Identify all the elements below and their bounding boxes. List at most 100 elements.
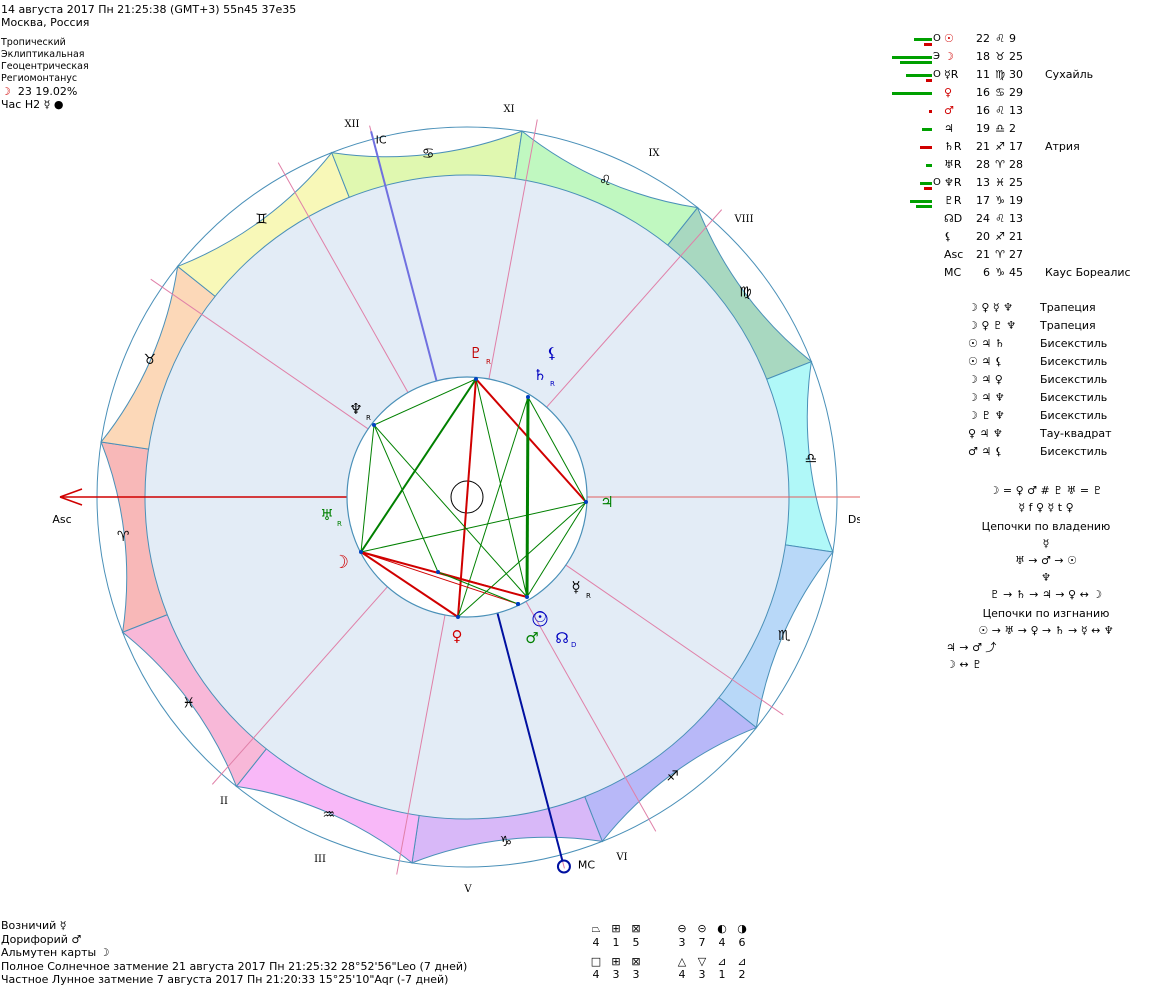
element-cell: 3 (678, 936, 686, 949)
ic-label: IC (376, 133, 387, 146)
element-cell: 3 (698, 968, 706, 981)
planet-symbol: ♀ (944, 86, 953, 99)
planet-row: ♃ 19 ♎ 2 (880, 121, 1150, 139)
sign-glyph-icon: ♌ (599, 173, 612, 189)
rulership-chain-1: ☿ (1042, 537, 1050, 550)
element-cell: ⏢ (591, 922, 601, 935)
planet-symbol: ♃ (944, 122, 954, 135)
solar-eclipse: Полное Солнечное затмение 21 августа 201… (1, 959, 468, 973)
sign-glyph-icon: ♒ (322, 807, 335, 823)
aspect-config-row: ☽ ♀ ♇ ♆ Трапеция (960, 319, 1150, 337)
planet-minute: 9 (1009, 32, 1016, 45)
planet-point (474, 377, 478, 381)
planet-degree: 17 (976, 194, 990, 207)
planet-degree: 13 (976, 176, 990, 189)
aspect-planets: ☽ ♀ ☿ ♆ (968, 301, 1014, 314)
element-cell: ⊠ (631, 955, 641, 968)
strength-bars (880, 105, 932, 119)
rulership-chain-2: ♅ → ♂ → ☉ (1014, 554, 1077, 567)
sign-glyph-icon: ♏ (778, 628, 791, 644)
venus-icon: ♀ (452, 627, 463, 645)
relations-line-1: ☽ = ♀ ♂ # ♇ ♅ = ♇ (989, 484, 1103, 497)
element-cell: ◐ (717, 922, 727, 935)
planet-minute: 13 (1009, 104, 1023, 117)
strength-bar (906, 74, 932, 77)
planet-symbol: ♆R (944, 176, 962, 189)
aspect-name: Бисекстиль (1040, 373, 1108, 386)
planet-row: ♇R 17 ♑ 19 (880, 193, 1150, 211)
aspect-planets: ☽ ♃ ♀ (968, 373, 1003, 386)
element-cell: ⊞ (611, 922, 621, 935)
strength-bar (914, 38, 932, 41)
exile-chain-1: ☉ → ♅ → ♀ → ♄ → ☿ ↔ ♆ (978, 624, 1114, 637)
aspect-name: Бисекстиль (1040, 355, 1108, 368)
strength-bars (880, 249, 932, 263)
retrograde-mark: R (337, 520, 342, 528)
element-cell: 4 (678, 968, 686, 981)
strength-bar (924, 187, 932, 190)
aspect-name: Трапеция (1040, 319, 1096, 332)
planet-row: ♂ 16 ♌ 13 (880, 103, 1150, 121)
planet-minute: 30 (1009, 68, 1023, 81)
element-cell: ⊝ (697, 922, 707, 935)
planet-degree: 6 (983, 266, 990, 279)
house-number: IX (648, 148, 660, 159)
element-cell: ⊿ (717, 955, 727, 968)
asc-label: Asc (52, 513, 71, 526)
mercury-icon: ☿ (571, 578, 580, 596)
aspect-config-row: ♀ ♃ ♆ Тау-квадрат (960, 427, 1150, 445)
chart-wheel[interactable]: ♈♉♊♋♌♍♎♏♐♑♒♓MCICAscDscIIIIIVVIVIIIIXXIXI… (0, 0, 860, 910)
planet-minute: 13 (1009, 212, 1023, 225)
lunar-eclipse: Частное Лунное затмение 7 августа 2017 П… (1, 973, 449, 986)
planet-degree: 24 (976, 212, 990, 225)
strength-bar (922, 128, 932, 131)
rulership-header: Цепочки по владению (981, 520, 1111, 533)
aspect-name: Бисекстиль (1040, 409, 1108, 422)
aspect-config-row: ☽ ♃ ♆ Бисекстиль (960, 391, 1150, 409)
planet-symbol: ♇R (944, 194, 962, 207)
aspect-planets: ☉ ♃ ♄ (968, 337, 1005, 350)
exile-chain-2: ♃ → ♂ ⤴ (946, 641, 997, 654)
element-icons: □ ⊞ ⊠ △ ▽ ⊿ ⊿ (586, 955, 752, 968)
element-cell: 4 (592, 936, 600, 949)
planet-symbol: Asc (944, 248, 964, 261)
element-cell: ⊞ (611, 955, 621, 968)
rulership-chain-3: ♆ (1041, 571, 1051, 584)
planet-symbol: ♄R (944, 140, 962, 153)
planet-row: Э ☽ 18 ♉ 25 (880, 49, 1150, 67)
aspect-planets: ☉ ♃ ⚸ (968, 355, 1003, 368)
planet-degree: 21 (976, 248, 990, 261)
planet-row: ⚸ 20 ♐ 21 (880, 229, 1150, 247)
aspect-name: Трапеция (1040, 301, 1096, 314)
sign-glyph-icon: ♈ (117, 529, 130, 545)
aspect-planets: ☽ ♇ ♆ (968, 409, 1005, 422)
strength-bars (880, 267, 932, 281)
element-cell: 1 (718, 968, 726, 981)
planet-minute: 21 (1009, 230, 1023, 243)
strength-bar (916, 205, 932, 208)
planet-sign-icon: ♑ (995, 194, 1005, 207)
sign-glyph-icon: ♐ (666, 768, 679, 784)
strength-bar (929, 110, 932, 113)
sign-glyph-icon: ♎ (805, 451, 818, 467)
planet-degree: 22 (976, 32, 990, 45)
mars-icon: ♂ (525, 629, 538, 647)
planet-degree: 16 (976, 104, 990, 117)
planet-row: ♅R 28 ♈ 28 (880, 157, 1150, 175)
planet-sign-icon: ♑ (995, 266, 1005, 279)
strength-bar (926, 79, 932, 82)
aspect-planets: ♂ ♃ ⚸ (968, 445, 1003, 458)
relations-line-2: ☿ f ♀ ☿ t ♀ (1018, 501, 1074, 514)
planet-point (516, 602, 520, 606)
planet-minute: 19 (1009, 194, 1023, 207)
rulership-chains: ☽ = ♀ ♂ # ♇ ♅ = ♇ ☿ f ♀ ☿ t ♀ Цепочки по… (940, 482, 1152, 673)
planet-point (372, 423, 376, 427)
aspect-config-row: ☉ ♃ ⚸ Бисекстиль (960, 355, 1150, 373)
planet-point (584, 500, 588, 504)
element-cell: 3 (632, 968, 640, 981)
element-cell: 1 (612, 936, 620, 949)
planet-row: Asc 21 ♈ 27 (880, 247, 1150, 265)
strength-bars (880, 141, 932, 155)
element-cell: 3 (612, 968, 620, 981)
charioteer: Возничий ☿ (1, 919, 67, 932)
